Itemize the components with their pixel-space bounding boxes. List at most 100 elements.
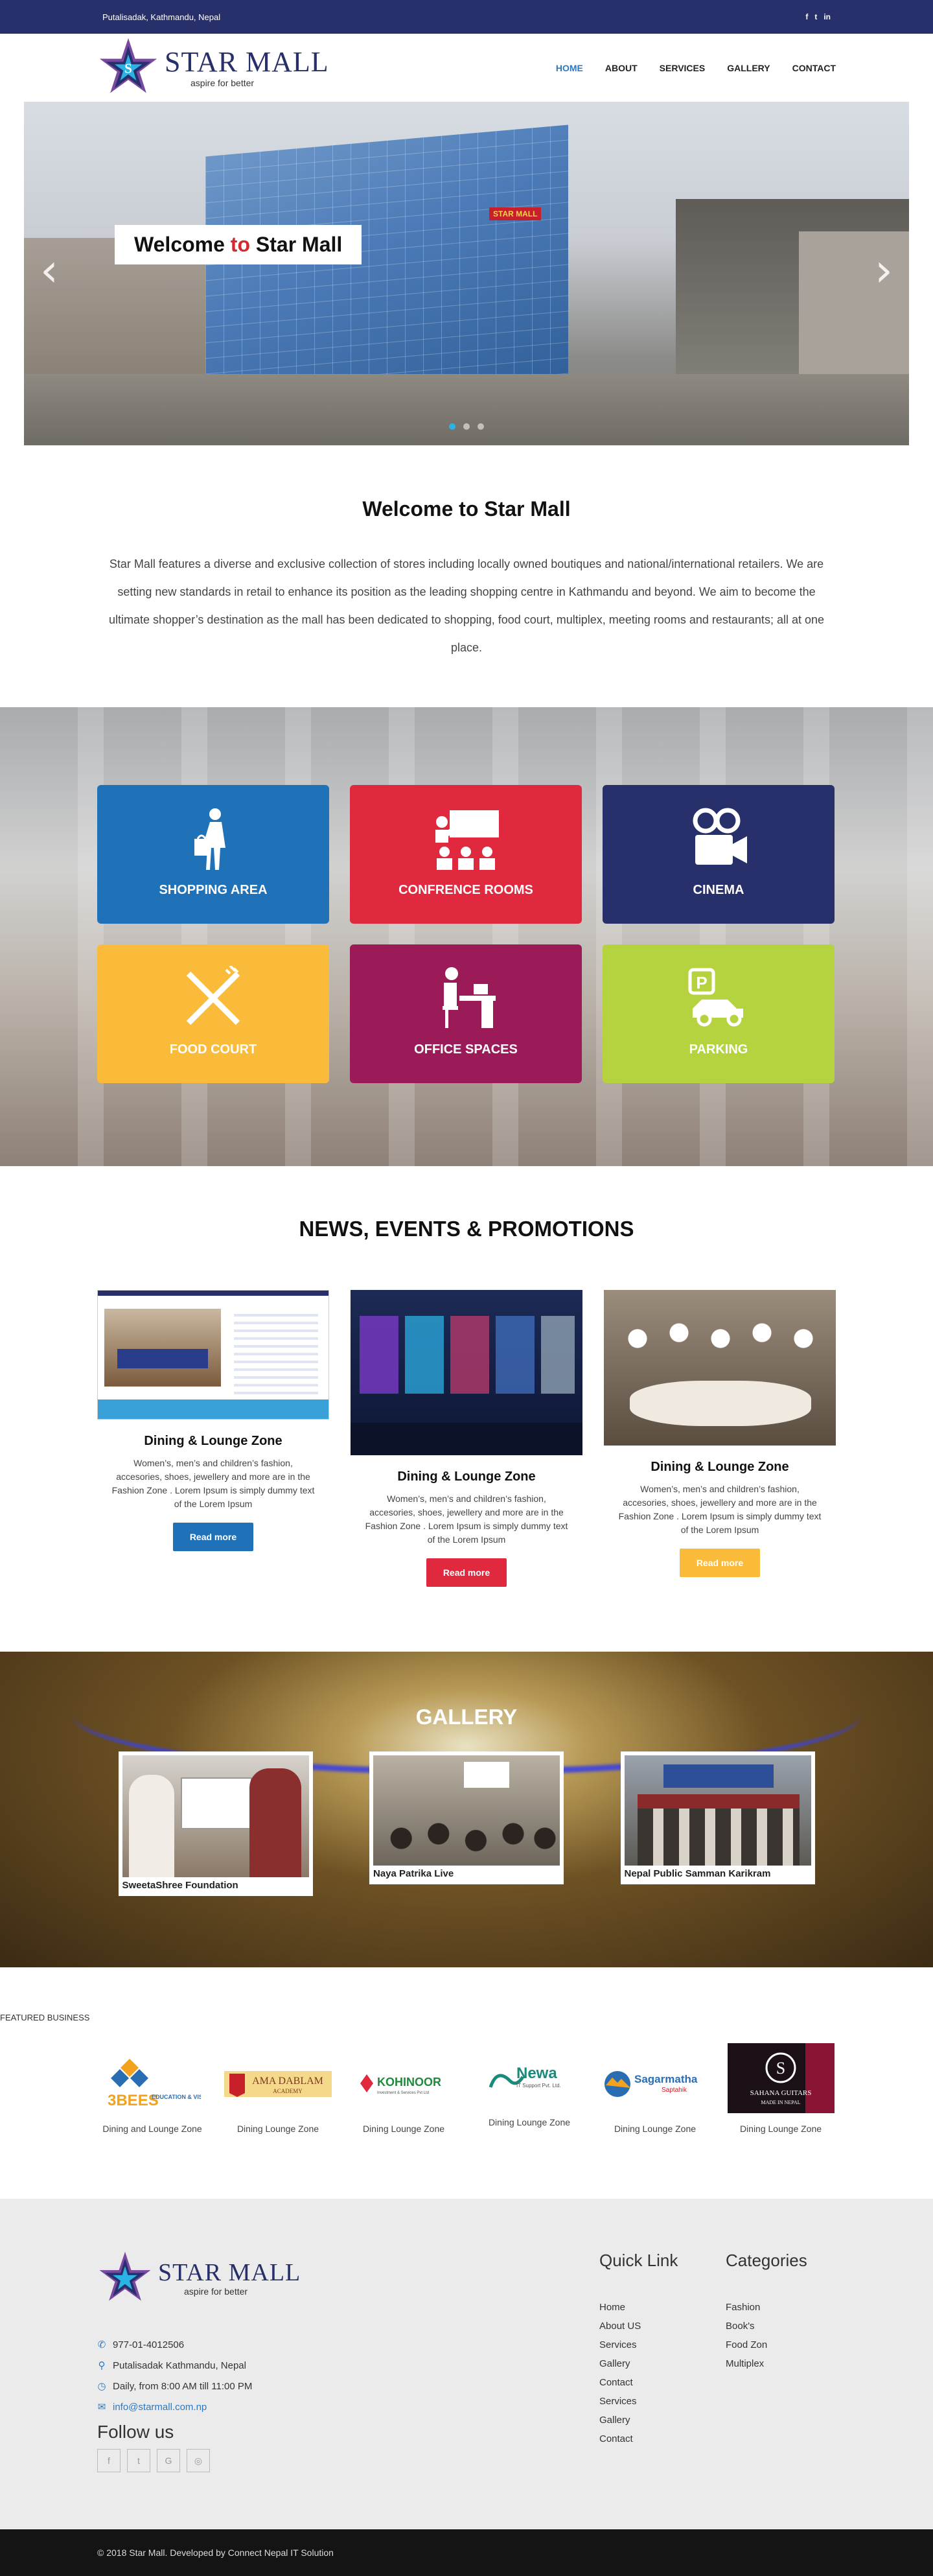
footer-email-link[interactable]: info@starmall.com.np [113,2402,207,2413]
slider-dot[interactable] [463,423,470,430]
gallery-item[interactable]: Naya Patrika Live [369,1751,564,1884]
quick-link-services[interactable]: Services [599,2339,726,2350]
slider-dot[interactable] [478,423,484,430]
logo-name: STAR MALL [165,45,329,78]
facebook-icon[interactable]: f [97,2449,121,2472]
service-tile-shopping[interactable]: SHOPPING AREA [97,785,329,924]
gallery-caption: Naya Patrika Live [373,1868,454,1879]
business-caption: Dining Lounge Zone [614,2124,697,2134]
map-pin-icon: ⚲ [98,2360,106,2371]
instagram-icon[interactable]: ◎ [187,2449,210,2472]
quick-link-contact[interactable]: Contact [599,2377,726,2388]
svg-text:IT Support Pvt. Ltd.: IT Support Pvt. Ltd. [516,2083,561,2089]
business-logo: 3BEES EDUCATION & VISA SERVICES [97,2048,207,2120]
hero-street [24,374,909,445]
business-logo-item[interactable]: Newa IT Support Pvt. Ltd. Dining Lounge … [474,2042,584,2127]
svg-text:ACADEMY: ACADEMY [273,2088,303,2094]
site-logo[interactable]: S STAR MALL aspire for better [97,37,329,99]
nav-contact[interactable]: CONTACT [792,63,836,73]
business-logo: KOHINOOR Investment & Services Pvt Ltd [349,2048,459,2120]
business-logo-item[interactable]: S SAHANA GUITARS MADE IN NEPAL Dining Lo… [726,2037,836,2134]
service-tile-office[interactable]: OFFICE SPACES [350,944,582,1083]
office-icon [443,967,496,1028]
gallery-section: GALLERY SweetaShree Foundation Naya Patr… [0,1652,933,1967]
gallery-photo [122,1755,309,1877]
top-bar: Putalisadak, Kathmandu, Nepal f t in [0,0,933,34]
parking-icon: P [688,968,743,1027]
business-logo: S SAHANA GUITARS MADE IN NEPAL [726,2037,836,2120]
read-more-button[interactable]: Read more [679,1549,761,1577]
news-card-image[interactable] [351,1290,582,1455]
svg-text:Sagarmatha: Sagarmatha [634,2073,698,2085]
follow-us-heading: Follow us [97,2422,174,2442]
quick-link-gallery[interactable]: Gallery [599,2415,726,2426]
service-tile-conference[interactable]: CONFRENCE ROOMS [350,785,582,924]
logo-tagline: aspire for better [190,77,255,88]
fork-knife-icon [186,966,240,1025]
slider-dots [449,423,484,430]
copyright-text: © 2018 Star Mall. Developed by Connect N… [97,2547,334,2558]
news-card-image[interactable] [604,1290,836,1446]
business-logo-item[interactable]: 3BEES EDUCATION & VISA SERVICES Dining a… [97,2048,207,2134]
service-tile-food[interactable]: FOOD COURT [97,944,329,1083]
business-logo: AMA DABLAM ACADEMY [223,2048,333,2120]
nav-home[interactable]: HOME [556,63,583,73]
quick-link-gallery[interactable]: Gallery [599,2358,726,2369]
business-caption: Dining and Lounge Zone [102,2124,202,2134]
news-card-image[interactable] [97,1290,329,1420]
twitter-icon[interactable]: t [127,2449,150,2472]
site-header: S STAR MALL aspire for better HOME ABOUT… [0,34,933,102]
quick-link-home[interactable]: Home [599,2302,726,2313]
featured-label: FEATURED BUSINESS [0,2013,90,2022]
footer-logo[interactable]: STAR MALL aspire for better [97,2251,599,2306]
linkedin-icon[interactable]: in [824,12,831,21]
categories-list: Fashion Book's Food Zon Multiplex [726,2302,836,2369]
business-logo-item[interactable]: KOHINOOR Investment & Services Pvt Ltd D… [349,2048,459,2134]
business-logo: Newa IT Support Pvt. Ltd. [474,2042,584,2113]
read-more-button[interactable]: Read more [426,1558,507,1587]
news-card-text: Women’s, men’s and children’s fashion, a… [111,1458,315,1509]
nav-services[interactable]: SERVICES [660,63,706,73]
news-card-text: Women’s, men’s and children’s fashion, a… [618,1484,822,1535]
business-logo-item[interactable]: AMA DABLAM ACADEMY Dining Lounge Zone [223,2048,333,2134]
quick-link-services[interactable]: Services [599,2396,726,2407]
business-caption: Dining Lounge Zone [362,2124,445,2134]
gallery-item[interactable]: SweetaShree Foundation [118,1751,313,1896]
footer-contact: ✆ 977-01-4012506 ⚲ Putalisadak Kathmandu, … [97,2339,599,2413]
gallery-photo [373,1755,560,1866]
nav-about[interactable]: ABOUT [605,63,638,73]
top-address: Putalisadak, Kathmandu, Nepal [102,12,221,22]
read-more-button[interactable]: Read more [172,1523,254,1551]
three-bees-logo-icon: 3BEES EDUCATION & VISA SERVICES [108,2059,201,2109]
nav-gallery[interactable]: GALLERY [727,63,770,73]
footer-logo-tagline: aspire for better [184,2286,248,2297]
newa-logo-icon: Newa IT Support Pvt. Ltd. [489,2065,561,2089]
quick-links-list: Home About US Services Gallery Contact S… [599,2302,726,2444]
gallery-caption: SweetaShree Foundation [122,1880,238,1891]
quick-link-contact[interactable]: Contact [599,2433,726,2444]
google-icon[interactable]: G [157,2449,180,2472]
film-camera-icon [693,808,747,865]
category-link[interactable]: Fashion [726,2302,836,2313]
categories-heading: Categories [726,2251,807,2270]
business-logo-item[interactable]: Sagarmatha Saptahik Dining Lounge Zone [600,2048,710,2134]
service-label: CINEMA [693,883,744,897]
slider-next-icon[interactable]: › [875,248,893,293]
slider-prev-icon[interactable]: ‹ [40,248,58,293]
footer-social-links: f t G ◎ [97,2449,599,2472]
category-link[interactable]: Book's [726,2321,836,2332]
quick-link-about[interactable]: About US [599,2321,726,2332]
footer-address: Putalisadak Kathmandu, Nepal [113,2359,246,2371]
service-tile-cinema[interactable]: CINEMA [603,785,835,924]
twitter-icon[interactable]: t [814,12,817,21]
gallery-item[interactable]: Nepal Public Samman Karikram [620,1751,815,1884]
category-link[interactable]: Food Zon [726,2339,836,2350]
service-tile-parking[interactable]: P PARKING [603,944,835,1083]
business-caption: Dining Lounge Zone [488,2117,571,2127]
slider-dot[interactable] [449,423,455,430]
facebook-icon[interactable]: f [805,12,808,21]
sahana-guitars-logo-icon: S SAHANA GUITARS MADE IN NEPAL [727,2043,835,2113]
shopping-bag-icon [194,808,225,870]
category-link[interactable]: Multiplex [726,2358,836,2369]
svg-text:Newa: Newa [516,2065,557,2082]
